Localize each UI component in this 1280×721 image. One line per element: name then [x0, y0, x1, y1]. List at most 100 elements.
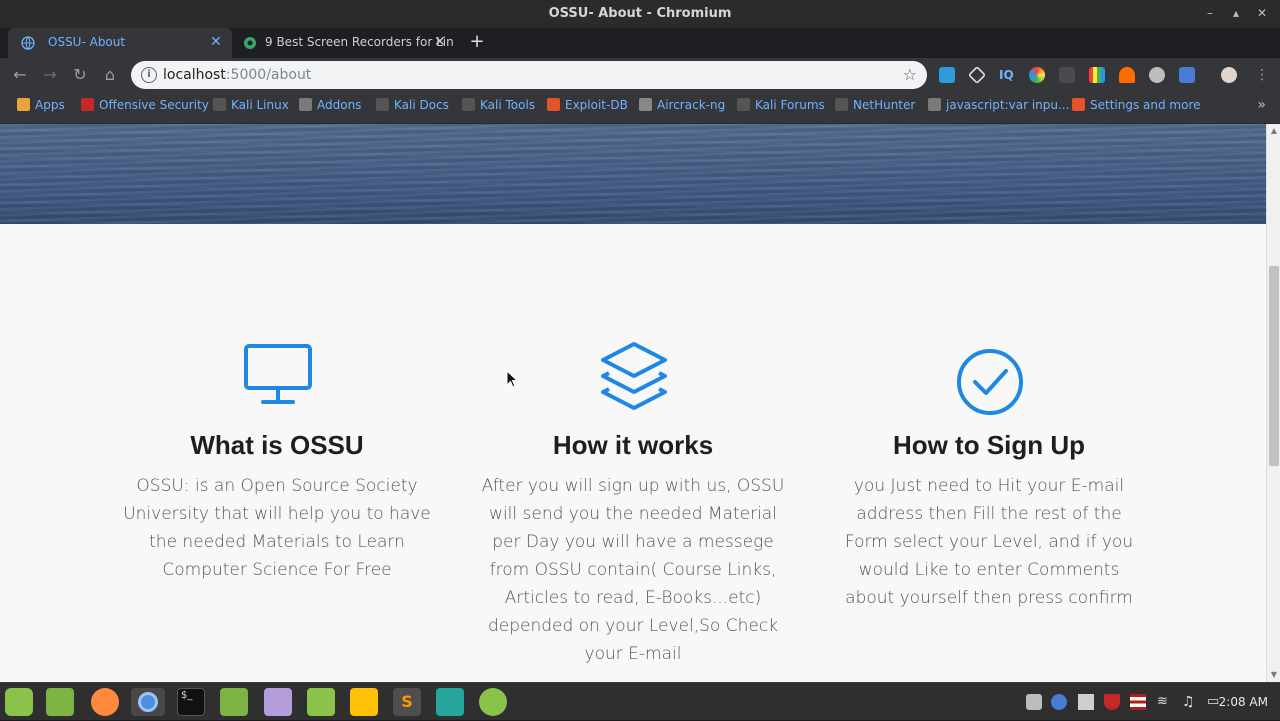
layers-icon	[601, 342, 667, 410]
minimize-icon[interactable]: –	[1198, 0, 1222, 28]
bookmark-label: Addons	[317, 98, 362, 112]
apps-grid-icon	[17, 98, 30, 111]
bookmark-label: NetHunter	[853, 98, 916, 112]
kali-dragon-icon	[376, 98, 389, 111]
info-icon[interactable]: i	[141, 67, 157, 83]
soundcloud-icon	[1072, 98, 1085, 111]
tab-label: 9 Best Screen Recorders for Lin	[265, 35, 454, 49]
url-host: localhost	[163, 67, 226, 83]
bookmark-label: Apps	[35, 98, 65, 112]
url-path: :5000/about	[225, 67, 312, 83]
diamond-extension-icon[interactable]	[967, 65, 987, 85]
scroll-up-arrow-icon[interactable]: ▲	[1267, 124, 1280, 138]
feature-text: you Just need to Hit your E-mail address…	[844, 476, 1134, 608]
maximize-icon[interactable]: ▴	[1224, 0, 1248, 28]
home-icon[interactable]: ⌂	[98, 63, 122, 87]
gear-site-icon	[244, 37, 256, 49]
spreadsheet-icon[interactable]	[479, 688, 507, 716]
palette-extension-icon[interactable]	[1089, 67, 1105, 83]
tab-ossu-about[interactable]: OSSU- About ✕	[8, 28, 232, 58]
taskbar: $_ S ≋ ♫ ▭ 2:08 AM	[0, 682, 1280, 720]
sublime-text-icon[interactable]: S	[393, 688, 421, 716]
extension-icon[interactable]	[939, 67, 955, 83]
feature-title: How it works	[552, 430, 714, 460]
grid-extension-icon[interactable]	[1059, 67, 1075, 83]
reload-icon[interactable]: ↻	[68, 63, 92, 87]
bookmark-label: Kali Linux	[231, 98, 289, 112]
bookmark-label: Kali Docs	[394, 98, 449, 112]
bookmark-item[interactable]: Kali Linux	[213, 92, 289, 120]
scroll-thumb[interactable]	[1269, 266, 1279, 466]
bookmarks-bar: Apps Offensive Security Kali Linux Addons Ka…	[0, 92, 1280, 124]
bookmark-label: Settings and more	[1090, 98, 1201, 112]
bookmark-label: Offensive Security	[99, 98, 209, 112]
bookmark-label: Kali Tools	[480, 98, 536, 112]
bookmark-item[interactable]: Offensive Security	[81, 92, 209, 120]
globe-icon	[928, 98, 941, 111]
tab-screen-recorders[interactable]: 9 Best Screen Recorders for Lin ✕	[232, 28, 456, 58]
bookmark-item[interactable]: NetHunter	[835, 92, 916, 120]
close-tab-icon[interactable]: ✕	[434, 28, 448, 56]
wifi-icon[interactable]: ≋	[1157, 694, 1173, 710]
profile-avatar[interactable]	[1221, 67, 1237, 83]
bookmark-item[interactable]: Kali Docs	[376, 92, 449, 120]
camera-tray-icon[interactable]	[1026, 694, 1042, 710]
translate-extension-icon[interactable]	[1179, 67, 1195, 83]
bookmark-label: javascript:var inpu...	[946, 98, 1070, 112]
shield-tray-icon[interactable]	[1104, 694, 1120, 710]
color-wheel-extension-icon[interactable]	[1029, 67, 1045, 83]
scroll-down-arrow-icon[interactable]: ▼	[1267, 668, 1280, 682]
dropbox-tray-icon[interactable]	[1078, 694, 1094, 710]
close-tab-icon[interactable]: ✕	[210, 28, 224, 56]
chromium-tray-icon[interactable]	[1051, 694, 1067, 710]
bookmark-item[interactable]: Exploit-DB	[547, 92, 628, 120]
bookmark-item[interactable]: Apps	[17, 92, 65, 120]
bookmark-item[interactable]: javascript:var inpu...	[928, 92, 1070, 120]
bookmark-item[interactable]: Addons	[299, 92, 362, 120]
iq-extension-icon[interactable]: IQ	[999, 67, 1015, 83]
close-window-icon[interactable]: ✕	[1250, 0, 1274, 28]
monitor-icon	[244, 344, 312, 404]
show-desktop-icon[interactable]	[46, 688, 74, 716]
forward-arrow-icon[interactable]: →	[38, 63, 62, 87]
mint-app-icon[interactable]	[307, 688, 335, 716]
new-tab-button[interactable]: +	[466, 28, 488, 58]
soundcloud-extension-icon[interactable]	[1119, 67, 1135, 83]
files-icon[interactable]	[220, 688, 248, 716]
mouse-cursor-icon	[506, 370, 518, 388]
chromium-taskbar-button[interactable]	[131, 688, 165, 716]
bookmark-item[interactable]: Aircrack-ng	[639, 92, 725, 120]
mint-menu-icon[interactable]	[5, 688, 33, 716]
check-circle-icon	[957, 349, 1023, 415]
hero-ocean-image	[0, 124, 1266, 224]
kali-dragon-icon	[737, 98, 750, 111]
chromium-icon	[138, 692, 158, 712]
clock[interactable]: 2:08 AM	[1219, 683, 1268, 721]
terminal-icon[interactable]: $_	[177, 688, 205, 716]
kali-dragon-icon	[462, 98, 475, 111]
bookmark-star-icon[interactable]: ☆	[903, 63, 917, 87]
us-flag-icon[interactable]	[1130, 694, 1146, 710]
bookmark-label: Kali Forums	[755, 98, 825, 112]
bookmark-item[interactable]: Kali Tools	[462, 92, 536, 120]
menu-kebab-icon[interactable]: ⋮	[1250, 63, 1274, 87]
bookmark-item[interactable]: Kali Forums	[737, 92, 825, 120]
page-scrollbar[interactable]: ▲ ▼	[1266, 124, 1280, 682]
back-arrow-icon[interactable]: ←	[8, 63, 32, 87]
sound-icon[interactable]: ♫	[1182, 694, 1198, 710]
exploitdb-icon	[547, 98, 560, 111]
browser-toolbar: ← → ↻ ⌂ i localhost:5000/about ☆ IQ ⋮	[0, 58, 1280, 92]
kazam-icon[interactable]	[350, 688, 378, 716]
window-title: OSSU- About - Chromium	[0, 0, 1280, 28]
kali-dragon-icon	[213, 98, 226, 111]
feature-title: What is OSSU	[190, 430, 364, 460]
system-monitor-icon[interactable]	[436, 688, 464, 716]
text-editor-icon[interactable]	[264, 688, 292, 716]
url-text[interactable]: localhost:5000/about	[163, 61, 311, 89]
m-extension-icon[interactable]	[1149, 67, 1165, 83]
bookmark-label: Exploit-DB	[565, 98, 628, 112]
firefox-icon[interactable]	[91, 688, 119, 716]
address-bar[interactable]: i localhost:5000/about ☆	[131, 61, 927, 89]
bookmark-item[interactable]: Settings and more	[1072, 92, 1201, 120]
bookmarks-overflow-icon[interactable]: »	[1257, 92, 1266, 118]
